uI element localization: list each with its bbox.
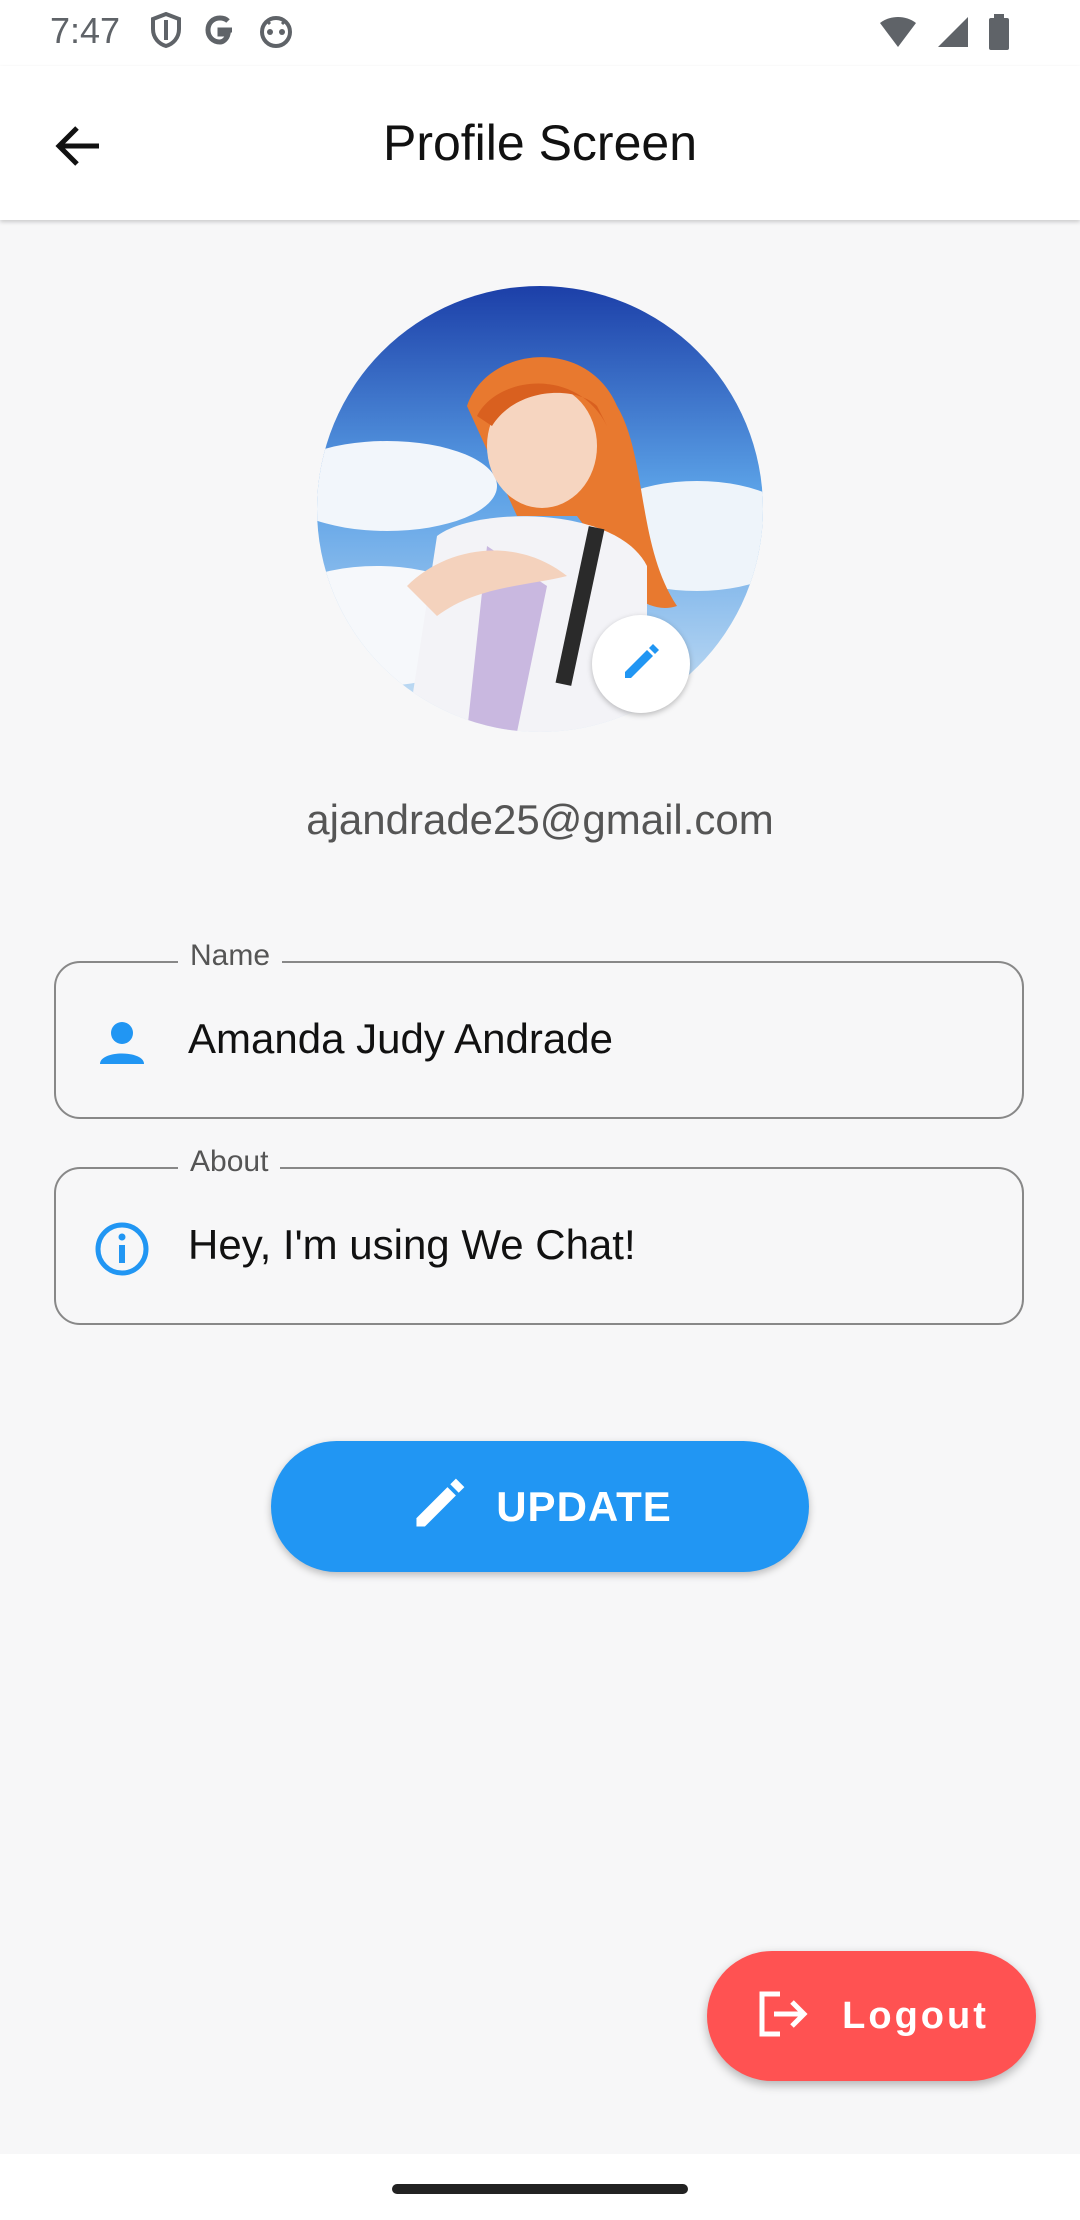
page-title: Profile Screen (382, 115, 698, 171)
home-gesture-handle[interactable] (392, 2184, 688, 2194)
update-button[interactable]: UPDATE (271, 1441, 809, 1572)
logout-button-label: Logout (842, 1994, 989, 2037)
about-field-label: About (178, 1145, 281, 1179)
about-field-value: Hey, I'm using We Chat! (188, 1221, 636, 1268)
android-face-icon (258, 12, 294, 53)
logout-icon (754, 1988, 812, 2045)
name-field-value: Amanda Judy Andrade (188, 1015, 613, 1062)
info-icon (92, 1219, 152, 1279)
person-icon (92, 1013, 152, 1073)
status-right-icons (878, 14, 1010, 55)
shield-icon (150, 11, 182, 53)
wifi-icon (878, 15, 918, 54)
pencil-icon (408, 1473, 470, 1540)
app-bar: Profile Screen (0, 66, 1080, 220)
profile-email: ajandrade25@gmail.com (306, 796, 774, 843)
name-field-label: Name (178, 939, 283, 973)
update-button-label: UPDATE (496, 1482, 672, 1530)
cellular-signal-icon (936, 15, 970, 54)
navigation-bar (0, 2154, 1080, 2220)
google-g-icon (202, 12, 238, 53)
logout-button[interactable]: Logout (707, 1951, 1036, 2081)
avatar-image (317, 286, 763, 732)
name-field[interactable]: Name Amanda Judy Andrade (54, 939, 1024, 1119)
about-field[interactable]: About Hey, I'm using We Chat! (54, 1145, 1024, 1325)
profile-avatar[interactable] (317, 286, 763, 732)
status-left-icons (150, 11, 294, 53)
edit-avatar-button[interactable] (592, 615, 690, 713)
status-bar: 7:47 (0, 0, 1080, 66)
status-time: 7:47 (50, 10, 121, 51)
battery-icon (988, 14, 1010, 55)
pencil-icon (619, 640, 663, 689)
